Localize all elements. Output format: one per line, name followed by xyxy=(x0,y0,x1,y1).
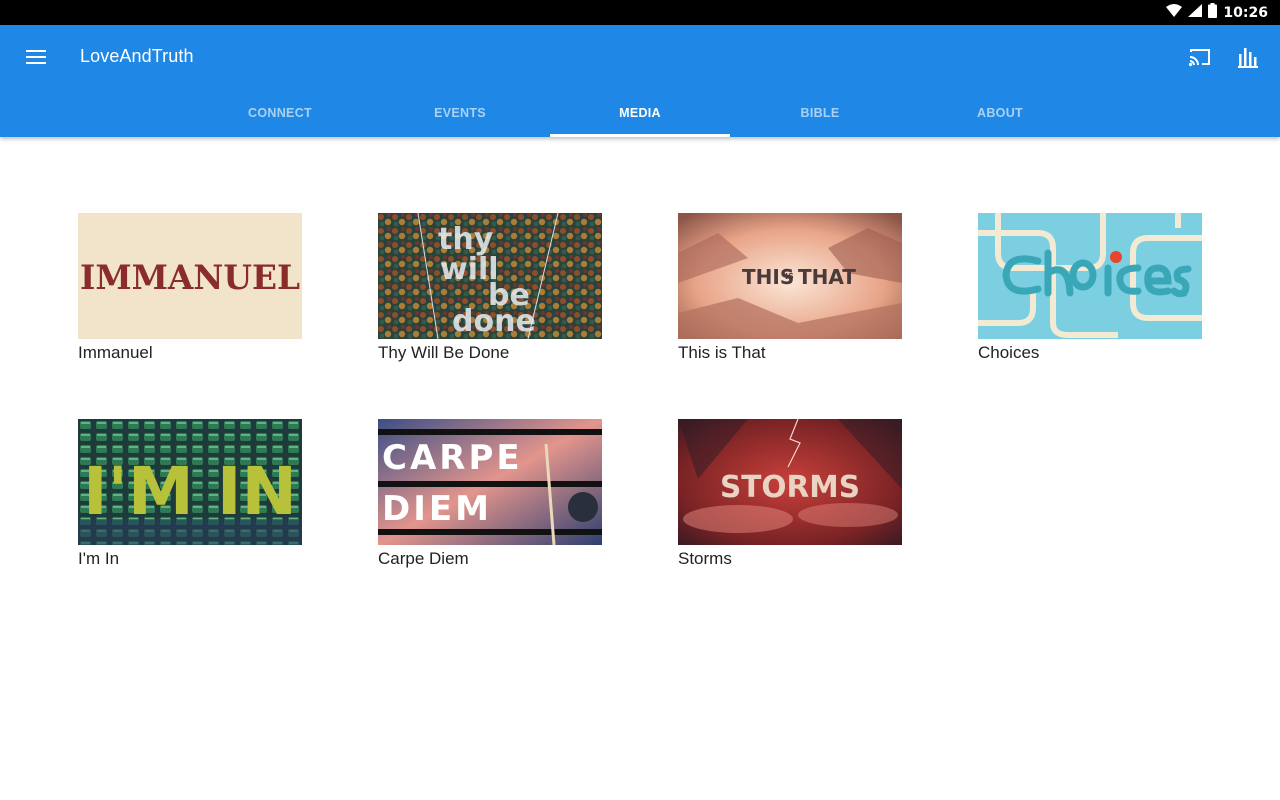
tab-bar: CONNECT EVENTS MEDIA BIBLE ABOUT xyxy=(190,89,1090,137)
app-title: LoveAndTruth xyxy=(80,46,194,66)
media-thumbnail: CARPE DIEM xyxy=(378,419,602,545)
svg-text:STORMS: STORMS xyxy=(720,470,860,505)
menu-icon xyxy=(26,50,46,64)
media-art-text: IMMANUEL xyxy=(80,258,300,298)
media-thumbnail: IMMANUEL xyxy=(78,213,302,339)
media-title: Thy Will Be Done xyxy=(378,343,510,362)
stats-button[interactable] xyxy=(1230,41,1266,73)
svg-text:DIEM: DIEM xyxy=(382,489,492,529)
tab-events[interactable]: EVENTS xyxy=(370,89,550,137)
tab-bible[interactable]: BIBLE xyxy=(730,89,910,137)
media-thumbnail xyxy=(978,213,1202,339)
media-title: Immanuel xyxy=(78,343,153,362)
media-card-carpe-diem[interactable]: CARPE DIEM Carpe Diem xyxy=(378,419,602,569)
cast-button[interactable] xyxy=(1182,41,1218,73)
svg-text:done: done xyxy=(452,304,536,339)
media-thumbnail: THIS IS THAT xyxy=(678,213,902,339)
media-title: I'm In xyxy=(78,549,120,568)
tab-media[interactable]: MEDIA xyxy=(550,89,730,137)
bar-chart-icon xyxy=(1238,48,1258,68)
media-card-thy-will-be-done[interactable]: thy will be done Thy Will Be Done xyxy=(378,213,602,363)
media-card-this-is-that[interactable]: THIS IS THAT This is That xyxy=(678,213,902,363)
media-title: Storms xyxy=(678,549,732,568)
media-thumbnail: thy will be done xyxy=(378,213,602,339)
media-title: Choices xyxy=(978,343,1040,362)
svg-text:I'M IN: I'M IN xyxy=(83,453,297,530)
wifi-icon xyxy=(1166,4,1183,21)
media-title: Carpe Diem xyxy=(378,549,469,568)
media-title: This is That xyxy=(678,343,766,362)
clock: 10:26 xyxy=(1223,4,1268,21)
media-card-immanuel[interactable]: IMMANUEL Immanuel xyxy=(78,213,302,363)
media-card-im-in[interactable]: I'M IN I'm In xyxy=(78,419,302,569)
signal-icon xyxy=(1188,4,1203,21)
tab-connect[interactable]: CONNECT xyxy=(190,89,370,137)
media-card-choices[interactable]: Choices xyxy=(978,213,1202,363)
menu-button[interactable] xyxy=(14,39,58,75)
tab-about[interactable]: ABOUT xyxy=(910,89,1090,137)
media-card-storms[interactable]: STORMS Storms xyxy=(678,419,902,569)
svg-text:CARPE: CARPE xyxy=(382,438,523,478)
cast-icon xyxy=(1188,49,1210,67)
battery-icon xyxy=(1208,3,1218,22)
svg-text:IS: IS xyxy=(785,272,794,281)
media-thumbnail: STORMS xyxy=(678,419,902,545)
media-thumbnail: I'M IN xyxy=(78,419,302,545)
status-icons: 10:26 xyxy=(1166,0,1268,25)
app-bar: LoveAndTruth CONNECT EVENTS MEDIA BIBLE … xyxy=(0,25,1280,137)
svg-text:THAT: THAT xyxy=(798,265,856,289)
status-bar: 10:26 xyxy=(0,0,1280,25)
